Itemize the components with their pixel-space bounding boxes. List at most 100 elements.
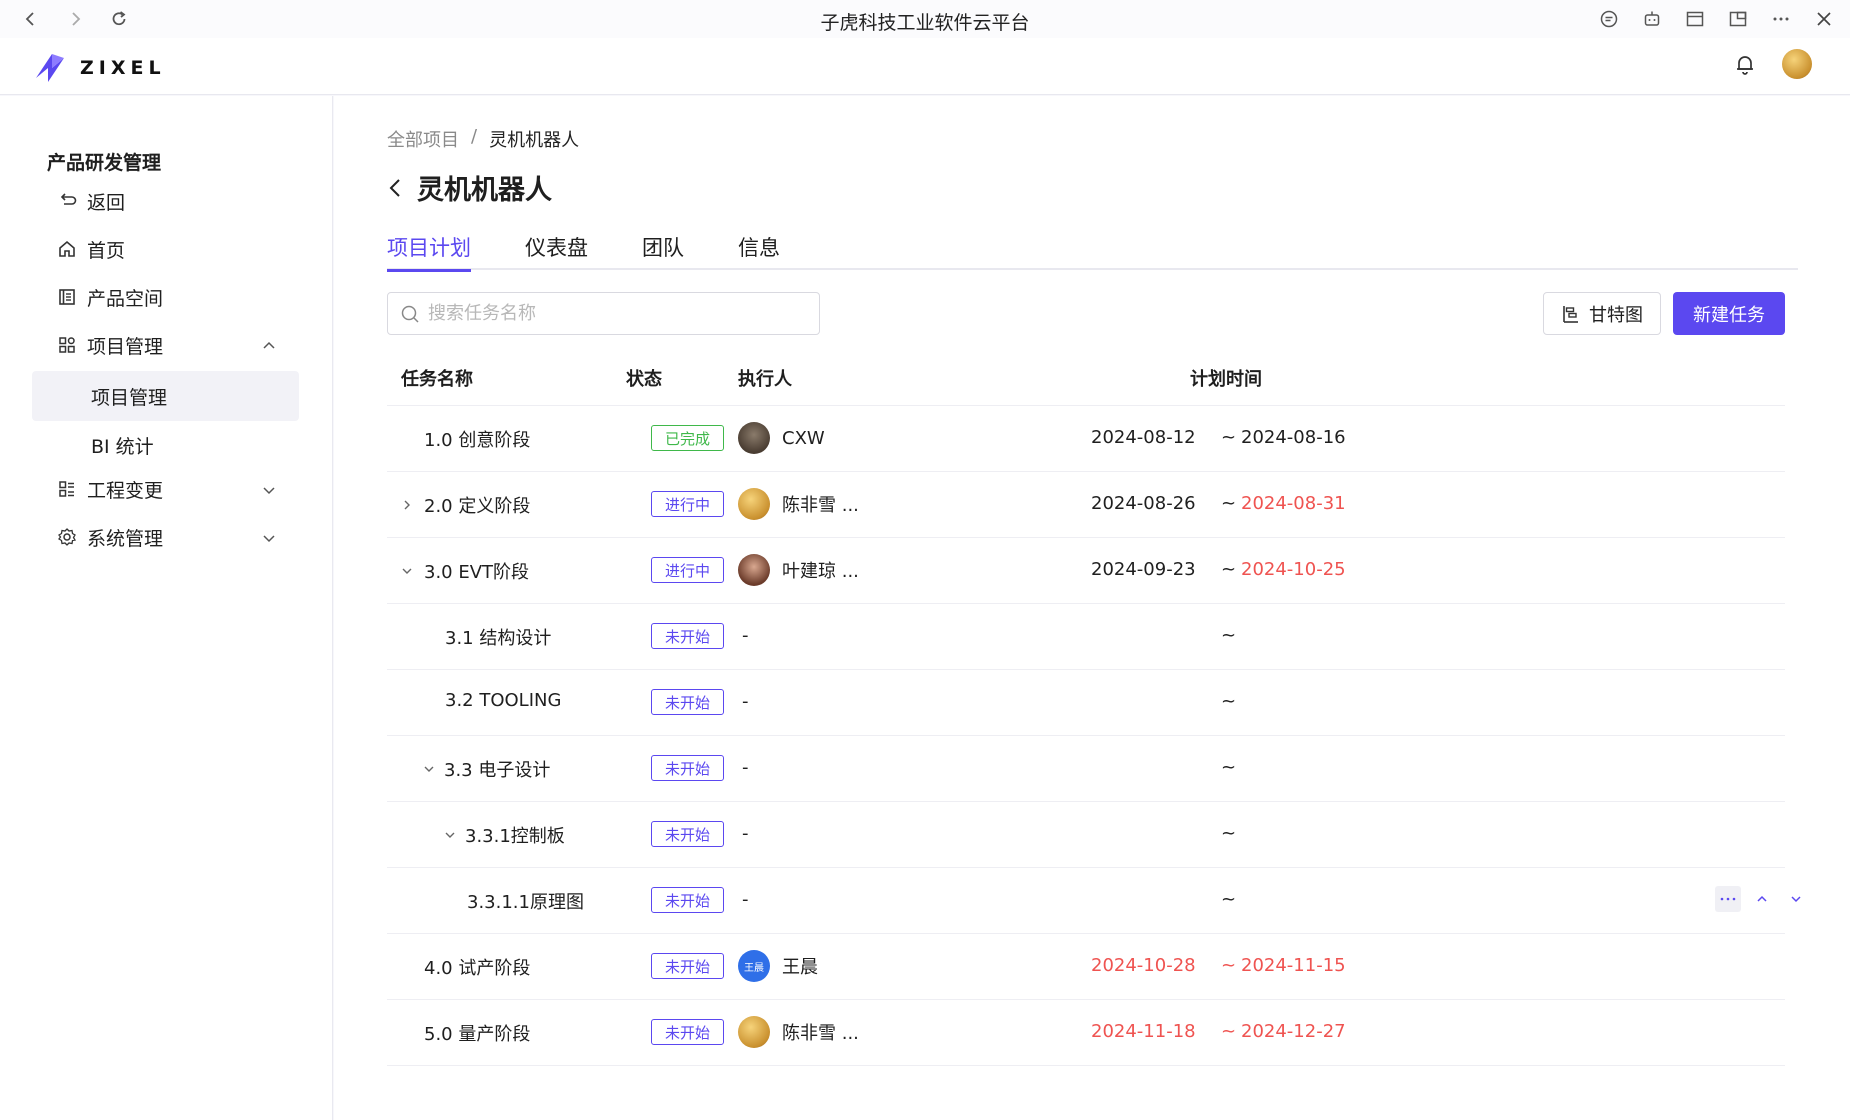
status-badge: 未开始 [651, 755, 724, 781]
sidebar-item-engineering-change[interactable]: 工程变更 [56, 467, 276, 511]
start-date: 2024-10-28 [1091, 955, 1196, 976]
robot-icon[interactable] [1638, 5, 1666, 33]
owner-cell: 陈非雪 ... [738, 488, 859, 520]
sidebar-item-label: 项目管理 [87, 335, 164, 358]
task-name[interactable]: 4.0 试产阶段 [424, 954, 530, 980]
move-up-icon[interactable] [1749, 886, 1775, 912]
chevron-down-icon[interactable] [419, 759, 439, 779]
owner-name: 叶建琼 ... [782, 561, 859, 582]
sidebar-item-label: 产品空间 [87, 287, 164, 310]
popout-icon[interactable] [1724, 5, 1752, 33]
sidebar-item-home[interactable]: 首页 [56, 227, 276, 271]
sidebar-item-label: 首页 [87, 239, 126, 262]
gantt-button-label: 甘特图 [1589, 304, 1643, 326]
tab-project-plan[interactable]: 项目计划 [387, 232, 471, 272]
table-row[interactable]: 2.0 定义阶段 进行中 陈非雪 ... 2024-08-26 ~ 2024-0… [387, 472, 1785, 538]
avatar [738, 554, 770, 586]
task-name[interactable]: 3.2 TOOLING [445, 690, 561, 711]
move-down-icon[interactable] [1783, 886, 1809, 912]
undo-icon [56, 190, 78, 212]
task-name[interactable]: 3.3 电子设计 [444, 756, 550, 782]
sidebar-item-project-mgmt[interactable]: 项目管理 [56, 323, 276, 367]
sidebar-item-system-mgmt[interactable]: 系统管理 [56, 515, 276, 559]
column-header-time: 计划时间 [1190, 369, 1262, 390]
date-separator: ~ [1221, 823, 1237, 844]
tab-dashboard[interactable]: 仪表盘 [525, 232, 588, 270]
sidebar-item-back[interactable]: 返回 [56, 179, 276, 223]
task-name[interactable]: 3.3.1控制板 [465, 822, 565, 848]
close-icon[interactable] [1810, 5, 1838, 33]
task-name[interactable]: 5.0 量产阶段 [424, 1020, 530, 1046]
new-task-button[interactable]: 新建任务 [1673, 292, 1785, 335]
table-row[interactable]: 3.3.1控制板 未开始 - ~ [387, 802, 1785, 868]
chevron-right-icon[interactable] [397, 495, 417, 515]
task-name[interactable]: 1.0 创意阶段 [424, 426, 530, 452]
task-name[interactable]: 3.3.1.1原理图 [467, 888, 584, 914]
date-separator: ~ [1221, 559, 1237, 580]
search-input[interactable] [428, 303, 808, 324]
chevron-down-icon [262, 528, 276, 550]
row-actions [1715, 886, 1809, 912]
status-badge: 已完成 [651, 425, 724, 451]
owner-empty: - [742, 889, 749, 910]
task-name[interactable]: 3.1 结构设计 [445, 624, 551, 650]
more-horizontal-icon[interactable] [1767, 5, 1795, 33]
tab-info[interactable]: 信息 [738, 232, 780, 270]
task-name[interactable]: 3.0 EVT阶段 [424, 558, 529, 584]
sidebar-subitem-project-mgmt[interactable]: 项目管理 [32, 371, 299, 421]
table-row[interactable]: 3.2 TOOLING 未开始 - ~ [387, 670, 1785, 736]
more-options-icon[interactable] [1715, 886, 1741, 912]
owner-cell: 王晨 王晨 [738, 950, 818, 982]
window-icon[interactable] [1681, 5, 1709, 33]
main-content: 全部项目 / 灵机机器人 灵机机器人 项目计划 仪表盘 团队 信息 甘特图 新建… [334, 96, 1850, 1120]
end-date: 2024-12-27 [1241, 1021, 1346, 1042]
start-date: 2024-08-26 [1091, 493, 1196, 514]
back-chevron-icon[interactable] [387, 177, 403, 199]
date-separator: ~ [1221, 427, 1237, 448]
column-header-owner: 执行人 [738, 369, 792, 390]
owner-empty: - [742, 691, 749, 712]
table-row[interactable]: 4.0 试产阶段 未开始 王晨 王晨 2024-10-28 ~ 2024-11-… [387, 934, 1785, 1000]
status-badge: 未开始 [651, 887, 724, 913]
changes-icon [56, 478, 78, 500]
table-row[interactable]: 5.0 量产阶段 未开始 陈非雪 ... 2024-11-18 ~ 2024-1… [387, 1000, 1785, 1066]
table-row[interactable]: 3.1 结构设计 未开始 - ~ [387, 604, 1785, 670]
start-date: 2024-11-18 [1091, 1021, 1196, 1042]
gantt-button[interactable]: 甘特图 [1543, 292, 1661, 335]
zixel-logo-icon [36, 54, 64, 82]
breadcrumb-separator: / [471, 126, 478, 147]
avatar [738, 1016, 770, 1048]
owner-empty: - [742, 757, 749, 778]
table-row[interactable]: 3.3.1.1原理图 未开始 - ~ [387, 868, 1801, 934]
sidebar-item-product-space[interactable]: 产品空间 [56, 275, 276, 319]
user-avatar[interactable] [1782, 49, 1812, 79]
date-separator: ~ [1221, 1021, 1237, 1042]
owner-cell: 陈非雪 ... [738, 1016, 859, 1048]
bell-icon[interactable] [1734, 53, 1756, 75]
table-row[interactable]: 1.0 创意阶段 已完成 CXW 2024-08-12 ~ 2024-08-16 [387, 406, 1785, 472]
table-row[interactable]: 3.0 EVT阶段 进行中 叶建琼 ... 2024-09-23 ~ 2024-… [387, 538, 1785, 604]
table-row[interactable]: 3.3 电子设计 未开始 - ~ [387, 736, 1785, 802]
status-badge: 进行中 [651, 557, 724, 583]
home-icon [56, 238, 78, 260]
chevron-up-icon [262, 336, 276, 358]
owner-name: 王晨 [782, 957, 818, 978]
sidebar-item-label: 工程变更 [87, 479, 164, 502]
date-separator: ~ [1221, 955, 1237, 976]
end-date: 2024-08-31 [1241, 493, 1346, 514]
logo[interactable]: ZIXEL [30, 48, 166, 88]
sidebar-subitem-bi-stats[interactable]: BI 统计 [32, 420, 299, 470]
gantt-icon [1563, 305, 1578, 323]
chevron-down-icon[interactable] [440, 825, 460, 845]
chat-icon[interactable] [1595, 5, 1623, 33]
chevron-down-icon[interactable] [397, 561, 417, 581]
task-name[interactable]: 2.0 定义阶段 [424, 492, 530, 518]
breadcrumb: 全部项目 / 灵机机器人 [387, 126, 579, 152]
sidebar-item-label: 系统管理 [87, 527, 164, 550]
date-separator: ~ [1221, 625, 1237, 646]
tab-team[interactable]: 团队 [642, 232, 684, 270]
breadcrumb-current: 灵机机器人 [489, 130, 580, 151]
tab-bar: 项目计划 仪表盘 团队 信息 [387, 232, 1798, 272]
end-date: 2024-08-16 [1241, 427, 1346, 448]
breadcrumb-root[interactable]: 全部项目 [387, 126, 459, 152]
